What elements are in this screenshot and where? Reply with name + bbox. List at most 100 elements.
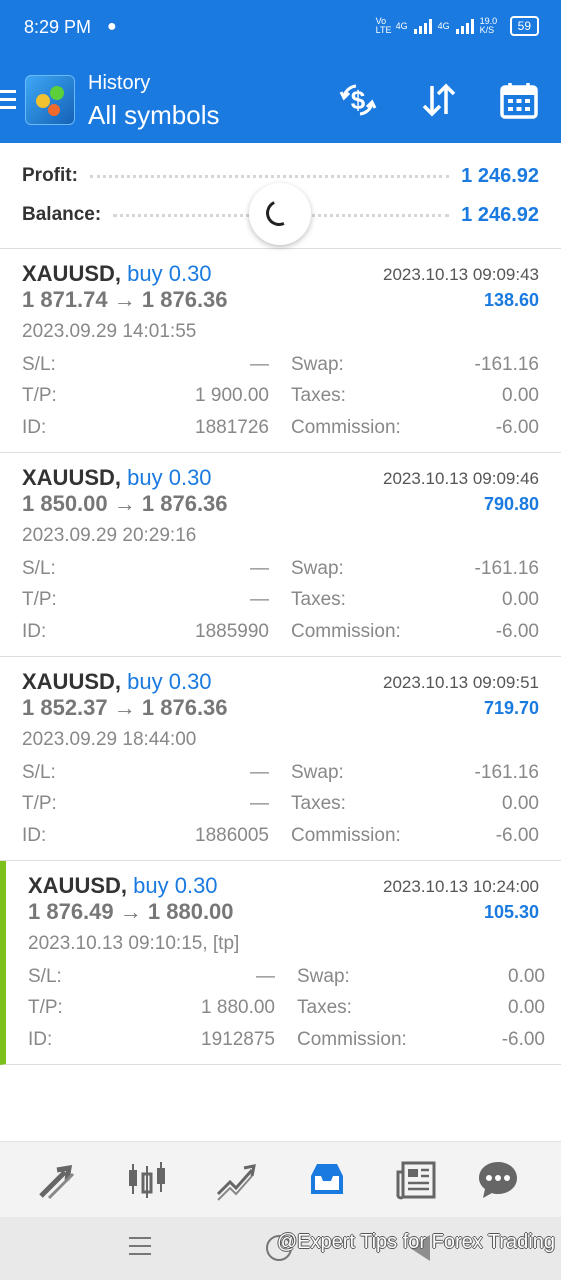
sl-value: — (256, 966, 275, 987)
deal-direction: buy 0.30 (133, 873, 218, 898)
app-logo[interactable] (25, 75, 75, 125)
app-header: History All symbols $ (0, 66, 561, 136)
status-indicators: Vo LTE 4G 4G 19.0 K/S 59 (376, 16, 539, 36)
id-value: 1912875 (201, 1029, 275, 1050)
status-time: 8:29 PM (24, 17, 92, 37)
signal-icon (413, 18, 432, 34)
id-value: 1886005 (195, 825, 269, 846)
sl-value: — (250, 558, 269, 579)
profit-value: 1 246.92 (461, 164, 539, 187)
open-price: 1 871.74 (22, 287, 108, 312)
commission-value: -6.00 (495, 825, 539, 846)
balance-label: Balance: (22, 204, 102, 225)
symbol-name: XAUUSD, (22, 669, 122, 694)
header-subtitle[interactable]: All symbols (88, 100, 219, 131)
tp-value: — (250, 793, 269, 814)
close-price: 1 876.36 (141, 287, 228, 312)
signal-icon-2 (455, 18, 474, 34)
commission-label: Commission: (297, 1029, 407, 1050)
deal-item[interactable]: XAUUSD, buy 0.30 2023.10.13 09:09:43 1 8… (0, 249, 561, 453)
sl-value: — (250, 762, 269, 783)
tp-value: 1 900.00 (195, 385, 269, 406)
commission-value: -6.00 (495, 417, 539, 438)
trade-icon[interactable] (212, 1156, 260, 1204)
swap-label: Swap: (291, 558, 344, 579)
deal-prices: 1 871.74 → 1 876.36 (22, 287, 228, 313)
arrow-icon: → (113, 695, 136, 720)
commission-label: Commission: (291, 825, 401, 846)
recent-apps-icon[interactable] (129, 1237, 151, 1261)
menu-icon[interactable] (0, 90, 16, 114)
balance-value: 1 246.92 (461, 203, 539, 226)
deal-symbol: XAUUSD, buy 0.30 (22, 261, 212, 287)
sort-icon[interactable] (419, 80, 459, 120)
swap-label: Swap: (291, 762, 344, 783)
taxes-label: Taxes: (291, 589, 346, 610)
swap-value: 0.00 (508, 966, 545, 987)
swap-value: -161.16 (474, 354, 539, 375)
bottom-navigation (0, 1141, 561, 1217)
currency-exchange-icon[interactable]: $ (338, 80, 378, 120)
quotes-icon[interactable] (33, 1156, 81, 1204)
deal-item[interactable]: XAUUSD, buy 0.30 2023.10.13 09:09:46 1 8… (0, 453, 561, 657)
deal-close-time: 2023.10.13 09:09:43 (383, 265, 539, 284)
commission-label: Commission: (291, 417, 401, 438)
symbol-name: XAUUSD, (22, 261, 122, 286)
swap-value: -161.16 (474, 762, 539, 783)
deal-item[interactable]: XAUUSD, buy 0.30 2023.10.13 09:09:51 1 8… (0, 657, 561, 861)
id-label: ID: (28, 1029, 53, 1050)
tp-value: 1 880.00 (201, 997, 275, 1018)
open-price: 1 850.00 (22, 491, 108, 516)
taxes-label: Taxes: (291, 793, 346, 814)
network-4g-label-2: 4G (437, 20, 450, 31)
network-4g-label: 4G (395, 20, 408, 31)
top-bar: 8:29 PM ● Vo LTE 4G 4G 19.0 K/S 59 Histo… (0, 0, 561, 143)
id-value: 1881726 (195, 417, 269, 438)
deal-open-time: 2023.09.29 18:44:00 (22, 729, 197, 750)
status-bar: 8:29 PM ● Vo LTE 4G 4G 19.0 K/S 59 (0, 0, 561, 56)
deal-direction: buy 0.30 (127, 261, 212, 286)
open-price: 1 876.49 (28, 899, 114, 924)
deal-close-time: 2023.10.13 09:09:51 (383, 673, 539, 692)
close-price: 1 876.36 (141, 491, 228, 516)
open-price: 1 852.37 (22, 695, 108, 720)
deal-close-time: 2023.10.13 10:24:00 (383, 877, 539, 896)
loading-spinner-icon (249, 183, 311, 245)
deal-direction: buy 0.30 (127, 465, 212, 490)
deal-symbol: XAUUSD, buy 0.30 (22, 669, 212, 695)
deal-prices: 1 850.00 → 1 876.36 (22, 491, 228, 517)
deal-open-time: 2023.09.29 14:01:55 (22, 321, 197, 342)
commission-value: -6.00 (501, 1029, 545, 1050)
calendar-icon[interactable] (499, 80, 539, 120)
arrow-icon: → (113, 287, 136, 312)
swap-value: -161.16 (474, 558, 539, 579)
id-value: 1885990 (195, 621, 269, 642)
deal-prices: 1 876.49 → 1 880.00 (28, 899, 234, 925)
deal-profit: 790.80 (483, 494, 539, 514)
commission-value: -6.00 (495, 621, 539, 642)
deal-profit: 138.60 (483, 290, 539, 310)
symbol-name: XAUUSD, (22, 465, 122, 490)
watermark-text: @Expert Tips for Forex Trading (276, 1231, 555, 1253)
header-title: History (88, 72, 151, 94)
sl-label: S/L: (22, 762, 56, 783)
swap-label: Swap: (297, 966, 350, 987)
profit-label: Profit: (22, 165, 78, 186)
notification-icon: ● (107, 18, 117, 35)
news-icon[interactable] (392, 1156, 440, 1204)
taxes-label: Taxes: (291, 385, 346, 406)
tp-value: — (250, 589, 269, 610)
sl-label: S/L: (22, 354, 56, 375)
history-icon[interactable] (303, 1156, 351, 1204)
chart-icon[interactable] (123, 1156, 171, 1204)
taxes-value: 0.00 (502, 793, 539, 814)
deal-direction: buy 0.30 (127, 669, 212, 694)
arrow-icon: → (113, 491, 136, 516)
deal-profit: 719.70 (483, 698, 539, 718)
id-label: ID: (22, 825, 47, 846)
deal-item[interactable]: XAUUSD, buy 0.30 2023.10.13 10:24:00 1 8… (0, 861, 561, 1065)
network-speed: 19.0 K/S (479, 16, 498, 35)
arrow-icon: → (119, 899, 142, 924)
id-label: ID: (22, 417, 47, 438)
chat-icon[interactable] (474, 1156, 522, 1204)
